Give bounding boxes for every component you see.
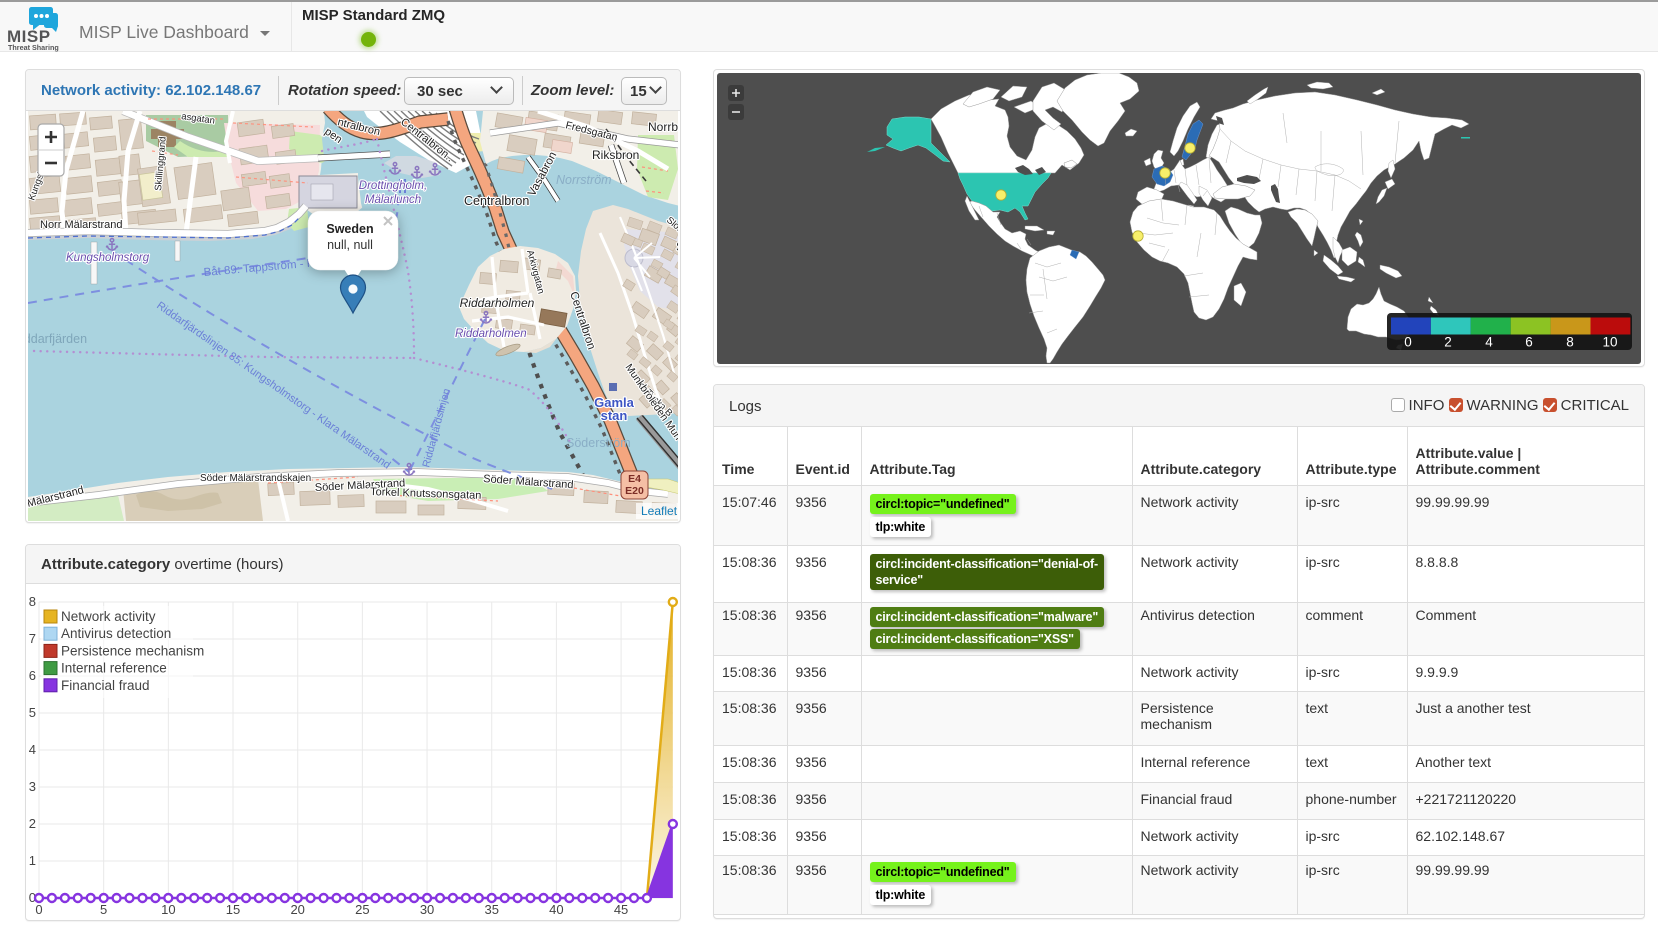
svg-text:Threat Sharing: Threat Sharing — [8, 43, 59, 52]
svg-text:Söder Mälarstrandskajen: Söder Mälarstrandskajen — [200, 473, 311, 484]
svg-text:Mälarlunch: Mälarlunch — [365, 194, 421, 206]
svg-text:Norrström: Norrström — [556, 173, 612, 187]
svg-text:6: 6 — [1525, 335, 1533, 350]
svg-text:30: 30 — [420, 902, 434, 917]
svg-text:Network activity: Network activity — [61, 609, 156, 624]
svg-text:2: 2 — [1444, 335, 1452, 350]
svg-text:5: 5 — [100, 902, 107, 917]
svg-text:35: 35 — [484, 902, 498, 917]
svg-text:10: 10 — [161, 902, 175, 917]
svg-text:Leaflet: Leaflet — [641, 504, 678, 518]
svg-text:5: 5 — [29, 705, 36, 720]
svg-text:1: 1 — [29, 853, 36, 868]
svg-text:stan: stan — [601, 408, 628, 423]
svg-text:Sweden: Sweden — [326, 222, 373, 236]
svg-text:Riddarholmen: Riddarholmen — [455, 328, 527, 340]
svg-text:Kungsholmstorg: Kungsholmstorg — [66, 252, 150, 264]
svg-text:Riddarholmen: Riddarholmen — [460, 296, 535, 310]
svg-text:Riddarfjärden: Riddarfjärden — [28, 332, 87, 346]
svg-text:E4: E4 — [628, 473, 641, 485]
svg-text:Söderström: Söderström — [566, 436, 631, 450]
svg-text:St: St — [676, 239, 678, 254]
svg-text:Persistence mechanism: Persistence mechanism — [61, 643, 204, 658]
svg-text:Norrbr: Norrbr — [648, 120, 678, 134]
svg-text:20: 20 — [290, 902, 304, 917]
svg-text:Riksbron: Riksbron — [592, 148, 639, 162]
svg-text:E20: E20 — [625, 485, 644, 497]
svg-text:10: 10 — [1602, 335, 1617, 350]
svg-text:3: 3 — [29, 779, 36, 794]
svg-text:25: 25 — [355, 902, 369, 917]
svg-text:7: 7 — [29, 631, 36, 646]
svg-text:4: 4 — [29, 742, 36, 757]
svg-text:8: 8 — [29, 594, 36, 609]
svg-text:Antivirus detection: Antivirus detection — [61, 626, 171, 641]
svg-text:0: 0 — [1404, 335, 1412, 350]
svg-text:0: 0 — [35, 902, 42, 917]
svg-text:Financial fraud: Financial fraud — [61, 678, 150, 693]
svg-text:15: 15 — [226, 902, 240, 917]
svg-text:4: 4 — [1485, 335, 1493, 350]
svg-text:Centralbron: Centralbron — [464, 194, 529, 208]
svg-text:Drottingholm,: Drottingholm, — [359, 180, 427, 192]
svg-text:40: 40 — [549, 902, 563, 917]
svg-text:Norr Mälarstrand: Norr Mälarstrand — [40, 219, 123, 231]
svg-text:6: 6 — [29, 668, 36, 683]
svg-text:2: 2 — [29, 816, 36, 831]
svg-text:null, null: null, null — [327, 238, 373, 252]
svg-text:8: 8 — [1566, 335, 1574, 350]
svg-text:Internal reference: Internal reference — [61, 661, 167, 676]
svg-text:45: 45 — [614, 902, 628, 917]
